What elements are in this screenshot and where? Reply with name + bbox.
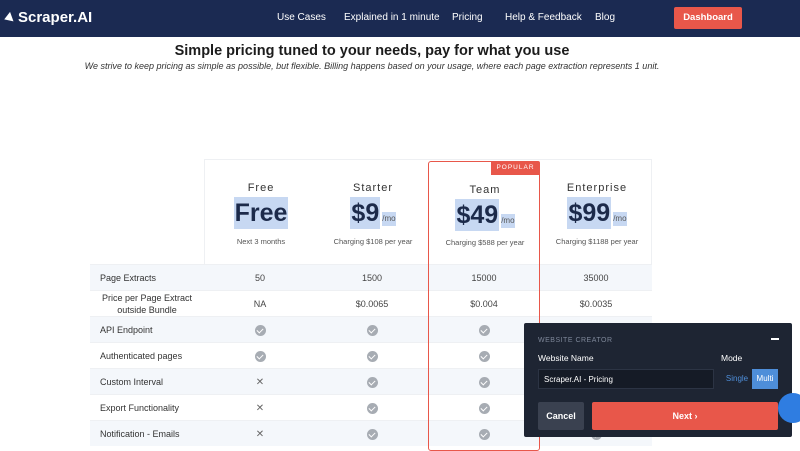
feature-value: $0.0035 <box>579 299 613 309</box>
feature-row: Page Extracts 50 1500 15000 35000 <box>90 264 652 290</box>
plan-price: Free <box>205 197 317 229</box>
feature-cell <box>316 317 428 343</box>
mode-label: Mode <box>721 353 743 363</box>
logo-icon <box>2 11 14 24</box>
plan-billing-note: Charging $108 per year <box>333 237 413 246</box>
feature-cell <box>204 317 316 343</box>
feature-row: Price per Page Extract outside Bundle NA $… <box>90 290 652 316</box>
plan-price: $49 /mo <box>429 199 541 231</box>
check-icon <box>478 428 490 440</box>
panel-title: WEBSITE CREATOR <box>538 337 613 344</box>
price-unit: /mo <box>501 214 515 228</box>
feature-value: $0.004 <box>470 299 498 309</box>
mode-multi-toggle[interactable]: Multi <box>752 369 778 389</box>
feature-cell <box>204 343 316 369</box>
page-subtitle: We strive to keep pricing as simple as p… <box>84 61 660 71</box>
check-icon <box>366 376 378 388</box>
mode-single-toggle[interactable]: Single <box>724 369 750 389</box>
price-value: $9 <box>350 197 381 229</box>
plan-name: Free <box>247 182 275 194</box>
check-icon <box>254 350 266 362</box>
price-value: $49 <box>455 199 500 231</box>
price-value: $99 <box>567 197 612 229</box>
feature-value: 1500 <box>361 273 383 283</box>
nav-link-blog[interactable]: Blog <box>595 12 615 23</box>
nav-link-help[interactable]: Help & Feedback <box>505 12 582 23</box>
feature-cell <box>316 369 428 395</box>
plan-name: Starter <box>352 182 393 194</box>
website-creator-panel: WEBSITE CREATOR Website Name Mode Single… <box>524 323 792 437</box>
check-icon <box>478 324 490 336</box>
dashboard-button[interactable]: Dashboard <box>674 7 742 29</box>
check-icon <box>366 428 378 440</box>
check-icon <box>366 324 378 336</box>
cross-icon: ✕ <box>255 376 265 388</box>
feature-value: 35000 <box>583 273 609 283</box>
check-icon <box>478 402 490 414</box>
popular-badge: POPULAR <box>491 161 540 175</box>
feature-value: 50 <box>254 273 265 283</box>
plan-billing-note: Next 3 months <box>236 237 286 246</box>
feature-label: Notification - Emails <box>100 429 180 439</box>
feature-label: API Endpoint <box>100 325 153 335</box>
plan-billing-note: Charging $1188 per year <box>555 237 639 246</box>
price-unit: /mo <box>382 212 396 226</box>
chat-bubble-icon[interactable] <box>778 393 800 423</box>
plan-name: Enterprise <box>566 182 628 194</box>
price-unit: /mo <box>613 212 627 226</box>
check-icon <box>478 376 490 388</box>
minimize-icon[interactable] <box>770 333 780 343</box>
feature-cell <box>316 395 428 421</box>
feature-value: 15000 <box>471 273 497 283</box>
plan-name: Team <box>469 184 501 196</box>
feature-cell <box>316 343 428 369</box>
feature-label: Export Functionality <box>100 403 180 413</box>
price-value: Free <box>233 197 289 229</box>
feature-cell <box>316 421 428 447</box>
top-nav: Scraper.AI Use Cases Explained in 1 minu… <box>0 0 800 37</box>
nav-link-pricing[interactable]: Pricing <box>452 12 483 23</box>
feature-cell: ✕ <box>204 369 316 395</box>
plan-price: $9 /mo <box>317 197 429 229</box>
check-icon <box>366 402 378 414</box>
feature-value: $0.0065 <box>355 299 389 309</box>
logo[interactable]: Scraper.AI <box>2 9 93 26</box>
website-name-label: Website Name <box>538 353 594 363</box>
website-name-input[interactable] <box>538 369 714 389</box>
check-icon <box>478 350 490 362</box>
next-button[interactable]: Next › <box>592 402 778 430</box>
feature-cell: ✕ <box>204 421 316 447</box>
feature-cell: ✕ <box>204 395 316 421</box>
cross-icon: ✕ <box>255 402 265 414</box>
feature-label: Price per Page Extract outside Bundle <box>101 293 193 315</box>
check-icon <box>254 324 266 336</box>
feature-label: Authenticated pages <box>100 351 183 361</box>
cross-icon: ✕ <box>255 428 265 440</box>
feature-label: Page Extracts <box>100 273 157 283</box>
plan-price: $99 /mo <box>541 197 653 229</box>
nav-link-explained[interactable]: Explained in 1 minute <box>344 12 440 23</box>
plan-billing-note: Charging $588 per year <box>445 238 525 247</box>
feature-label: Custom Interval <box>100 377 164 387</box>
check-icon <box>366 350 378 362</box>
logo-text: Scraper.AI <box>18 9 93 26</box>
page-title: Simple pricing tuned to your needs, pay … <box>174 43 570 59</box>
feature-value: NA <box>253 299 267 309</box>
plan-header-area: Free Free Next 3 months Starter $9 /mo C… <box>204 159 652 264</box>
cancel-button[interactable]: Cancel <box>538 402 584 430</box>
nav-link-use-cases[interactable]: Use Cases <box>277 12 326 23</box>
